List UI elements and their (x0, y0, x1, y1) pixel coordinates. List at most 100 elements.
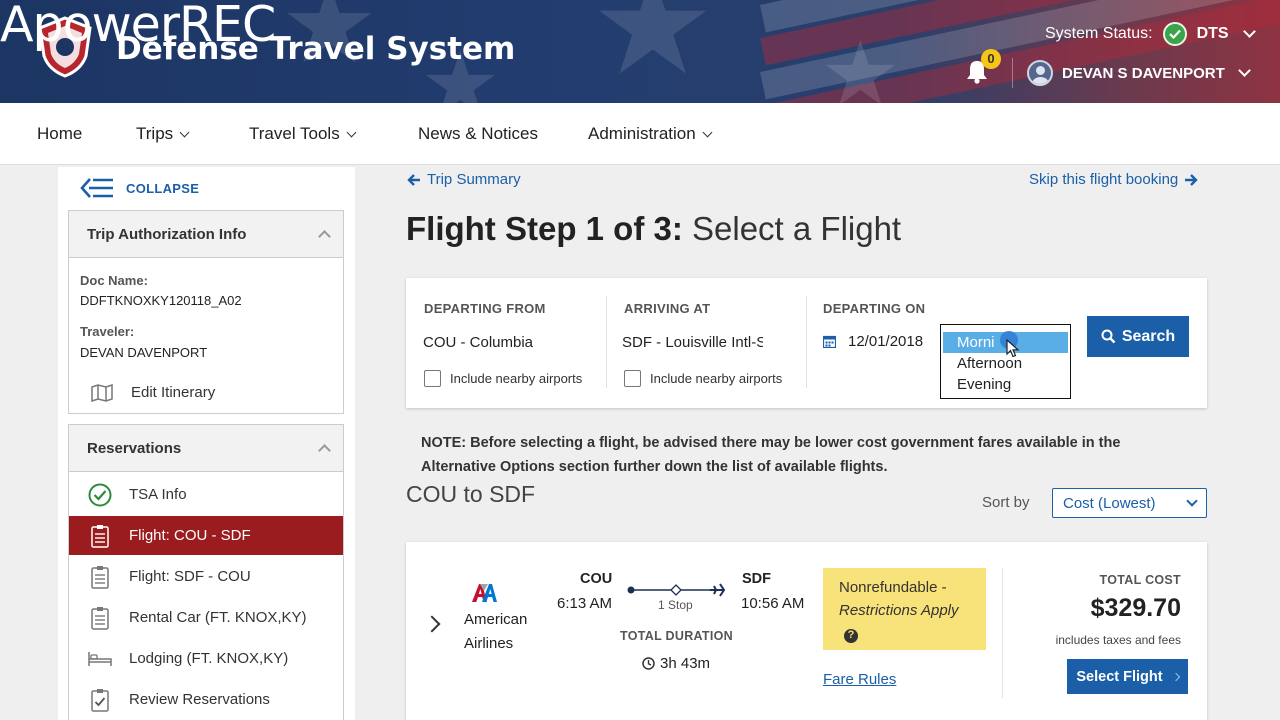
total-cost-value: $329.70 (1090, 594, 1181, 622)
trip-info-title: Trip Authorization Info (87, 225, 247, 243)
status-ok-icon (1162, 22, 1187, 46)
user-menu[interactable]: DEVAN S DAVENPORT (1027, 60, 1251, 86)
sidebar-item-flight-sdf-cou[interactable]: Flight: SDF - COU (69, 557, 343, 596)
nearby-airports-label: Include nearby airports (650, 371, 783, 386)
review-check-icon (87, 687, 113, 713)
nav-travel-tools-label: Travel Tools (249, 124, 340, 143)
skip-flight-booking-label: Skip this flight booking (1029, 171, 1179, 188)
sort-by-select[interactable]: Cost (Lowest) (1052, 488, 1207, 518)
airline-name-line1: American (464, 611, 528, 628)
nav-trips[interactable]: Trips (136, 124, 190, 144)
sidebar-item-tsa-info[interactable]: TSA Info (69, 475, 343, 514)
flight-result-card: American Airlines COU 6:13 AM 1 Stop SDF… (406, 542, 1207, 720)
sidebar-item-review-reservations[interactable]: Review Reservations (69, 680, 343, 719)
system-status-value: DTS (1196, 25, 1229, 42)
star-icon: ★ (820, 25, 901, 103)
sort-by-value: Cost (Lowest) (1063, 494, 1156, 512)
sidebar-item-rental-car[interactable]: Rental Car (FT. KNOX,KY) (69, 598, 343, 637)
checklist-icon (87, 564, 113, 590)
chevron-up-icon (318, 230, 331, 243)
search-button-label: Search (1121, 327, 1176, 345)
system-status[interactable]: System Status: DTS (1045, 22, 1256, 46)
column-divider (1002, 568, 1003, 698)
departure-date-field[interactable]: 12/01/2018 (823, 333, 923, 350)
fare-advisory-note: NOTE: Before selecting a flight, be advi… (421, 435, 1121, 475)
check-circle-icon (87, 482, 113, 508)
page-title-step: Flight Step 1 of 3: (406, 210, 683, 247)
nearby-airports-checkbox[interactable] (424, 370, 441, 387)
user-name: DEVAN S DAVENPORT (1062, 64, 1225, 82)
sidebar-item-flight-cou-sdf[interactable]: Flight: COU - SDF (69, 516, 343, 555)
header-divider (1012, 58, 1013, 88)
departing-from-label: DEPARTING FROM (424, 301, 546, 316)
trip-info-panel: Trip Authorization Info Doc Name: DDFTKN… (68, 210, 344, 414)
chevron-down-icon (1186, 494, 1198, 507)
chevron-down-icon (1237, 64, 1251, 77)
select-flight-button[interactable]: Select Flight (1067, 659, 1188, 694)
checklist-icon (87, 523, 113, 549)
skip-flight-booking-link[interactable]: Skip this flight booking (1029, 171, 1198, 188)
collapse-button[interactable]: COLLAPSE (80, 177, 199, 199)
departing-from-field[interactable]: COU - Columbia (423, 334, 603, 351)
column-divider (606, 296, 607, 388)
sidebar-item-label: Flight: COU - SDF (129, 527, 251, 544)
clock-icon (642, 657, 655, 670)
total-cost-label: TOTAL COST (1099, 573, 1181, 587)
fare-restriction-badge: Nonrefundable - Restrictions Apply ? (823, 568, 986, 650)
chevron-down-icon (179, 127, 190, 137)
time-option-evening[interactable]: Evening (943, 374, 1068, 395)
arriving-at-field[interactable]: SDF - Louisville Intl-S (622, 334, 763, 351)
bed-icon (87, 646, 113, 672)
american-airlines-logo-icon (472, 584, 497, 602)
fare-restriction-line1: Nonrefundable - (839, 579, 947, 596)
expand-details-chevron-icon[interactable] (423, 615, 441, 633)
notification-count-badge: 0 (981, 49, 1001, 69)
trip-summary-label: Trip Summary (427, 171, 521, 188)
nav-home[interactable]: Home (37, 124, 82, 144)
nav-administration-label: Administration (588, 124, 696, 143)
fare-rules-link[interactable]: Fare Rules (823, 671, 896, 688)
help-icon[interactable]: ? (844, 628, 858, 643)
map-icon (89, 380, 115, 406)
nearby-airports-checkbox[interactable] (624, 370, 641, 387)
checklist-icon (87, 605, 113, 631)
edit-itinerary-link[interactable]: Edit Itinerary (69, 373, 343, 412)
flight-search-card: DEPARTING FROM COU - Columbia Include ne… (406, 278, 1207, 408)
reservations-panel-header[interactable]: Reservations (69, 425, 343, 472)
nav-home-label: Home (37, 124, 83, 143)
sidebar-item-label: Lodging (FT. KNOX,KY) (129, 650, 289, 667)
chevron-down-icon (702, 127, 713, 137)
app-header: ★ ★ ★ ★ ApowerREC Defense Travel System … (0, 0, 1280, 103)
search-button[interactable]: Search (1087, 316, 1189, 357)
main-nav: Home Trips Travel Tools News & Notices A… (0, 103, 1280, 165)
doc-name-label: Doc Name: (80, 273, 148, 288)
sidebar-item-label: Flight: SDF - COU (129, 568, 251, 585)
collapse-arrow-icon (80, 178, 113, 198)
edit-itinerary-label: Edit Itinerary (131, 384, 216, 401)
trip-info-panel-header[interactable]: Trip Authorization Info (69, 211, 343, 258)
sidebar-item-lodging[interactable]: Lodging (FT. KNOX,KY) (69, 639, 343, 678)
trip-summary-link[interactable]: Trip Summary (407, 171, 521, 188)
departure-time: 6:13 AM (557, 595, 613, 612)
flight-route-line (627, 583, 726, 597)
star-icon: ★ (590, 0, 716, 103)
nav-travel-tools[interactable]: Travel Tools (249, 124, 357, 144)
nearby-airports-departing[interactable]: Include nearby airports (424, 370, 582, 387)
chevron-up-icon (318, 444, 331, 457)
reservations-title: Reservations (87, 439, 182, 457)
departure-date-value: 12/01/2018 (848, 333, 924, 350)
page-title: Flight Step 1 of 3: Select a Flight (406, 210, 901, 248)
select-flight-label: Select Flight (1076, 668, 1163, 685)
search-icon (1101, 329, 1116, 344)
sidebar-item-label: TSA Info (129, 486, 187, 503)
app-title: Defense Travel System (116, 31, 516, 67)
chevron-down-icon (346, 127, 357, 137)
nav-administration[interactable]: Administration (588, 124, 713, 144)
nav-news-notices[interactable]: News & Notices (418, 124, 538, 144)
nav-news-notices-label: News & Notices (418, 124, 538, 143)
total-duration: 3h 43m (642, 655, 710, 672)
nearby-airports-arriving[interactable]: Include nearby airports (624, 370, 782, 387)
mouse-cursor-icon (1006, 339, 1020, 358)
departing-on-label: DEPARTING ON (823, 301, 926, 316)
stops-count: 1 Stop (658, 598, 693, 612)
